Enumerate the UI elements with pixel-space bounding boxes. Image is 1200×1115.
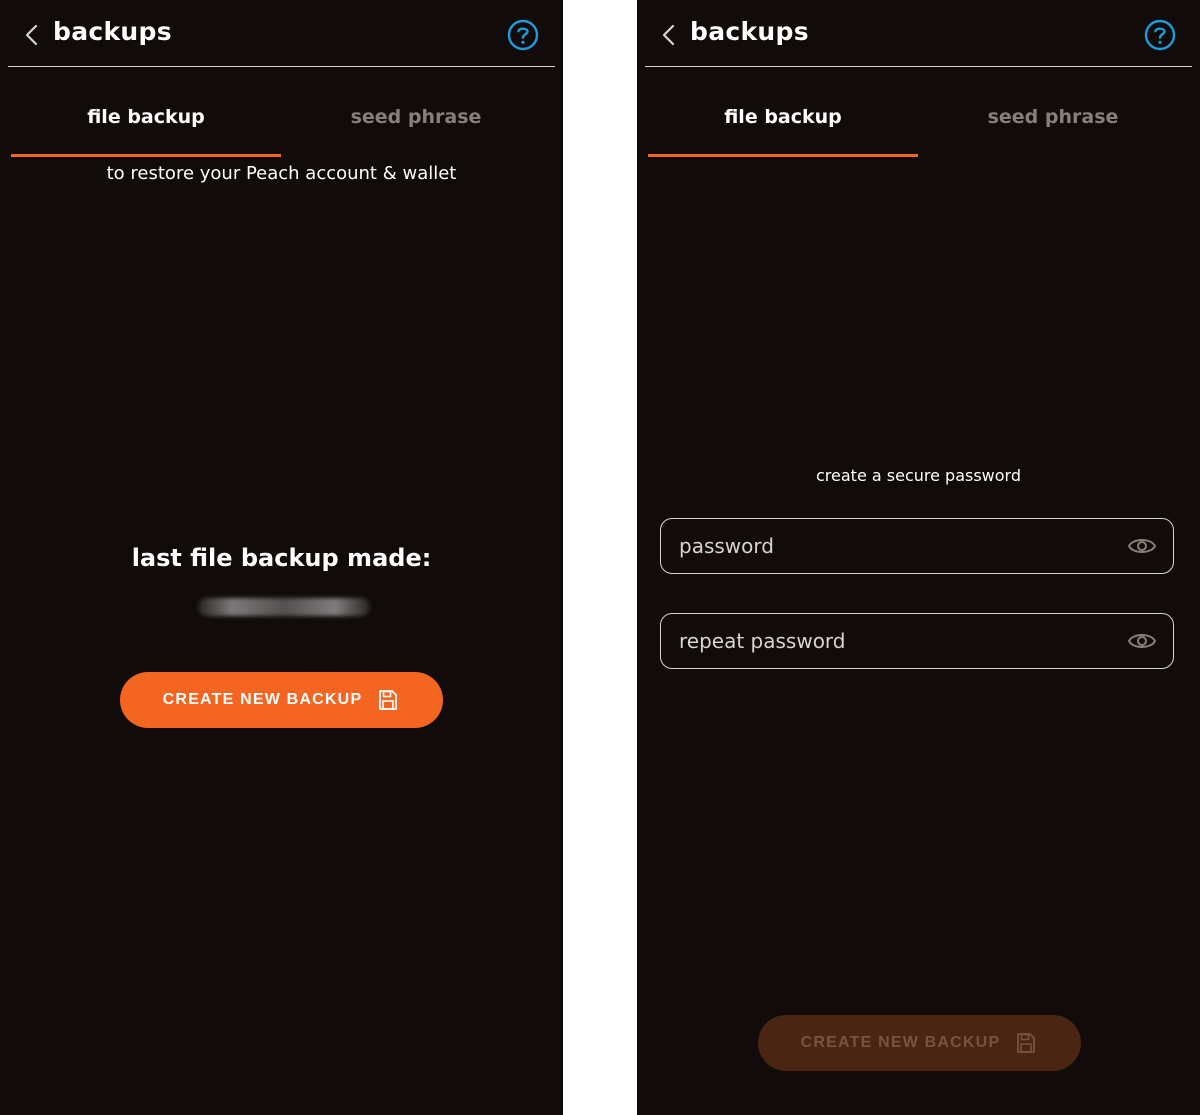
button-label: CREATE NEW BACKUP: [162, 691, 363, 708]
help-button[interactable]: [506, 18, 540, 52]
active-tab-indicator: [648, 154, 918, 157]
subtitle: to restore your Peach account & wallet: [106, 163, 457, 184]
tab-label: file backup: [87, 106, 205, 128]
header: backups: [637, 0, 1200, 66]
floppy-disk-icon: [1017, 1033, 1036, 1053]
tab-file-backup[interactable]: file backup: [648, 106, 918, 156]
back-button[interactable]: [18, 20, 46, 50]
last-backup-label: last file backup made:: [131, 544, 432, 572]
eye-icon: [1128, 634, 1156, 648]
question-circle-icon: [1144, 19, 1176, 51]
password-prompt: create a secure password: [816, 466, 1021, 485]
page-title: backups: [53, 17, 172, 46]
last-backup-date-redacted: [198, 598, 370, 616]
tab-label: seed phrase: [350, 106, 482, 128]
show-password-toggle[interactable]: [1127, 532, 1157, 560]
page-title: backups: [690, 17, 809, 46]
header-divider: [8, 66, 555, 67]
help-button[interactable]: [1143, 18, 1177, 52]
show-repeat-password-toggle[interactable]: [1127, 627, 1157, 655]
repeat-password-input[interactable]: [679, 614, 1119, 667]
password-field: [660, 518, 1174, 574]
eye-icon: [1128, 539, 1156, 553]
header: backups: [0, 0, 563, 66]
backup-screen-created: backups file backup seed phrase to resto…: [0, 0, 563, 1115]
back-button[interactable]: [655, 20, 683, 50]
create-new-backup-button[interactable]: CREATE NEW BACKUP: [758, 1015, 1081, 1071]
button-label: CREATE NEW BACKUP: [800, 1034, 1001, 1051]
chevron-left-icon: [662, 24, 675, 46]
chevron-left-icon: [25, 24, 38, 46]
tab-seed-phrase[interactable]: seed phrase: [918, 106, 1188, 156]
create-new-backup-button[interactable]: CREATE NEW BACKUP: [120, 672, 443, 728]
active-tab-indicator: [11, 154, 281, 157]
tab-seed-phrase[interactable]: seed phrase: [281, 106, 551, 156]
tab-file-backup[interactable]: file backup: [11, 106, 281, 156]
floppy-disk-icon: [379, 690, 398, 710]
tab-label: file backup: [724, 106, 842, 128]
question-circle-icon: [507, 19, 539, 51]
backup-screen-password: backups file backup seed phrase create a…: [637, 0, 1200, 1115]
password-input[interactable]: [679, 519, 1119, 572]
tab-label: seed phrase: [987, 106, 1119, 128]
repeat-password-field: [660, 613, 1174, 669]
header-divider: [645, 66, 1192, 67]
